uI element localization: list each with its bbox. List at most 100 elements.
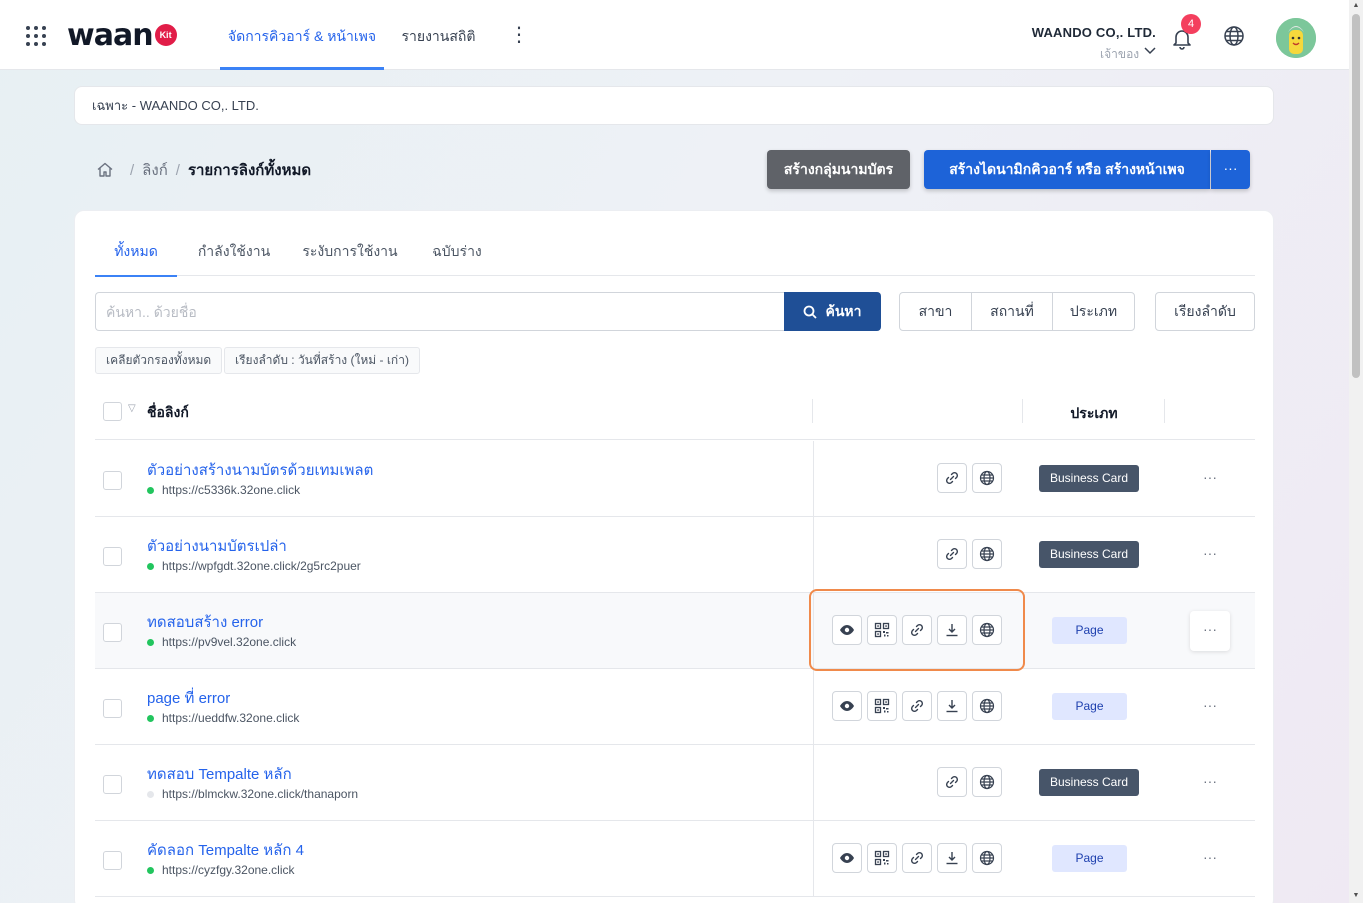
type-badge: Page: [1052, 617, 1127, 644]
table-row[interactable]: ทดสอบ Tempalte หลัก https://blmckw.32one.…: [95, 745, 1255, 821]
link-name[interactable]: ตัวอย่างนามบัตรเปล่า: [147, 534, 287, 558]
table-row[interactable]: ตัวอย่างสร้างนามบัตรด้วยเทมเพลต https://c…: [95, 441, 1255, 517]
search-button[interactable]: ค้นหา: [784, 292, 881, 331]
download-icon: [944, 622, 960, 638]
row-more-button[interactable]: ···: [1190, 763, 1230, 803]
link-button[interactable]: [902, 843, 932, 873]
globe-button[interactable]: [972, 691, 1002, 721]
table-row[interactable]: ตัวอย่างนามบัตรเปล่า https://wpfgdt.32one…: [95, 517, 1255, 593]
table-row[interactable]: ทดสอบสร้าง error https://pv9vel.32one.cli…: [95, 593, 1255, 669]
user-avatar[interactable]: [1276, 18, 1316, 58]
company-switcher[interactable]: WAANDO CO,. LTD. เจ้าของ: [1020, 24, 1156, 61]
tab-drafts[interactable]: ฉบับร่าง: [426, 241, 488, 276]
row-more-button[interactable]: ···: [1190, 459, 1230, 499]
row-more-button[interactable]: ···: [1190, 535, 1230, 575]
chevron-down-icon[interactable]: ▽: [128, 403, 136, 414]
company-name: WAANDO CO,. LTD.: [1031, 25, 1156, 40]
scroll-up-arrow-icon[interactable]: ▲: [1352, 2, 1360, 10]
link-name[interactable]: คัดลอก Tempalte หลัก 4: [147, 838, 304, 862]
scrollbar-thumb[interactable]: [1352, 14, 1360, 378]
qr-code-button[interactable]: [867, 843, 897, 873]
link-button[interactable]: [937, 539, 967, 569]
eye-button[interactable]: [832, 843, 862, 873]
download-button[interactable]: [937, 615, 967, 645]
filter-branch[interactable]: สาขา: [900, 293, 972, 330]
tab-suspended[interactable]: ระงับการใช้งาน: [302, 241, 398, 276]
link-url[interactable]: https://blmckw.32one.click/thanaporn: [147, 787, 358, 801]
link-name[interactable]: ตัวอย่างสร้างนามบัตรด้วยเทมเพลต: [147, 458, 373, 482]
link-button[interactable]: [902, 615, 932, 645]
row-more-button[interactable]: ···: [1190, 687, 1230, 727]
create-dynamic-qr-or-page-button[interactable]: สร้างไดนามิกคิวอาร์ หรือ สร้างหน้าเพจ: [924, 150, 1210, 189]
eye-icon: [839, 850, 855, 866]
nav-more-icon[interactable]: ⋮: [509, 24, 529, 48]
table-row[interactable]: คัดลอก Tempalte หลัก 4 https://cyzfgy.32o…: [95, 821, 1255, 897]
filter-type[interactable]: ประเภท: [1053, 293, 1134, 330]
clear-all-filters-chip[interactable]: เคลียตัวกรองทั้งหมด: [95, 347, 223, 374]
create-more-options-button[interactable]: ···: [1211, 150, 1250, 189]
row-checkbox[interactable]: [103, 471, 122, 490]
row-checkbox[interactable]: [103, 547, 122, 566]
row-checkbox[interactable]: [103, 699, 122, 718]
link-url-text: https://blmckw.32one.click/thanaporn: [162, 787, 359, 801]
link-url-text: https://ueddfw.32one.click: [162, 711, 300, 725]
link-url[interactable]: https://ueddfw.32one.click: [147, 711, 299, 725]
globe-button[interactable]: [972, 463, 1002, 493]
link-name[interactable]: page ที่ error: [147, 686, 230, 710]
link-url[interactable]: https://wpfgdt.32one.click/2g5rc2puer: [147, 559, 361, 573]
page-scrollbar[interactable]: ▲ ▼: [1349, 0, 1363, 903]
scroll-down-arrow-icon[interactable]: ▼: [1352, 892, 1360, 900]
table-row[interactable]: page ที่ error https://ueddfw.32one.click…: [95, 669, 1255, 745]
globe-button[interactable]: [972, 615, 1002, 645]
company-role: เจ้าของ: [1100, 47, 1140, 61]
search-icon: [804, 305, 818, 319]
row-checkbox[interactable]: [103, 851, 122, 870]
link-url[interactable]: https://cyzfgy.32one.click: [147, 863, 295, 877]
filter-location[interactable]: สถานที่: [972, 293, 1053, 330]
eye-button[interactable]: [832, 615, 862, 645]
link-button[interactable]: [937, 463, 967, 493]
breadcrumb-links[interactable]: ลิงก์: [142, 158, 168, 182]
link-url[interactable]: https://c5336k.32one.click: [147, 483, 300, 497]
status-tabs: ทั้งหมด กำลังใช้งาน ระงับการใช้งาน ฉบับร…: [95, 241, 1255, 277]
apps-grid-icon[interactable]: [25, 25, 47, 47]
select-all-checkbox[interactable]: [103, 402, 122, 421]
row-actions: [832, 615, 1002, 645]
row-more-button[interactable]: ···: [1190, 611, 1230, 651]
tab-all[interactable]: ทั้งหมด: [95, 241, 177, 277]
status-dot-icon: [147, 486, 154, 494]
home-icon[interactable]: [96, 161, 114, 179]
waankit-logo[interactable]: waan Kit: [67, 18, 177, 53]
row-more-button[interactable]: ···: [1190, 839, 1230, 879]
link-url[interactable]: https://pv9vel.32one.click: [147, 635, 296, 649]
organization-scope-selector[interactable]: เฉพาะ - WAANDO CO,. LTD.: [74, 86, 1274, 125]
link-url-text: https://wpfgdt.32one.click/2g5rc2puer: [162, 559, 361, 573]
download-button[interactable]: [937, 843, 967, 873]
globe-button[interactable]: [972, 539, 1002, 569]
qr-code-button[interactable]: [867, 691, 897, 721]
download-button[interactable]: [937, 691, 967, 721]
link-button[interactable]: [937, 767, 967, 797]
row-checkbox[interactable]: [103, 623, 122, 642]
sort-button[interactable]: เรียงลำดับ: [1155, 292, 1255, 331]
link-icon: [944, 470, 960, 486]
globe-button[interactable]: [972, 767, 1002, 797]
link-name[interactable]: ทดสอบ Tempalte หลัก: [147, 762, 292, 786]
search-input[interactable]: [95, 292, 785, 331]
type-badge: Business Card: [1039, 769, 1139, 796]
eye-button[interactable]: [832, 691, 862, 721]
globe-icon[interactable]: [1222, 24, 1246, 48]
create-card-group-button[interactable]: สร้างกลุ่มนามบัตร: [767, 150, 910, 189]
sort-order-chip[interactable]: เรียงลำดับ : วันที่สร้าง (ใหม่ - เก่า): [224, 347, 420, 374]
globe-button[interactable]: [972, 843, 1002, 873]
qr-code-icon: [874, 698, 890, 714]
qr-code-button[interactable]: [867, 615, 897, 645]
nav-tab-manage-qr-pages[interactable]: จัดการคิวอาร์ & หน้าเพจ: [220, 0, 384, 70]
nav-tab-statistics[interactable]: รายงานสถิติ: [392, 0, 485, 70]
link-button[interactable]: [902, 691, 932, 721]
row-checkbox[interactable]: [103, 775, 122, 794]
qr-code-icon: [874, 850, 890, 866]
link-name[interactable]: ทดสอบสร้าง error: [147, 610, 263, 634]
tab-active[interactable]: กำลังใช้งาน: [194, 241, 274, 276]
link-icon: [909, 698, 925, 714]
